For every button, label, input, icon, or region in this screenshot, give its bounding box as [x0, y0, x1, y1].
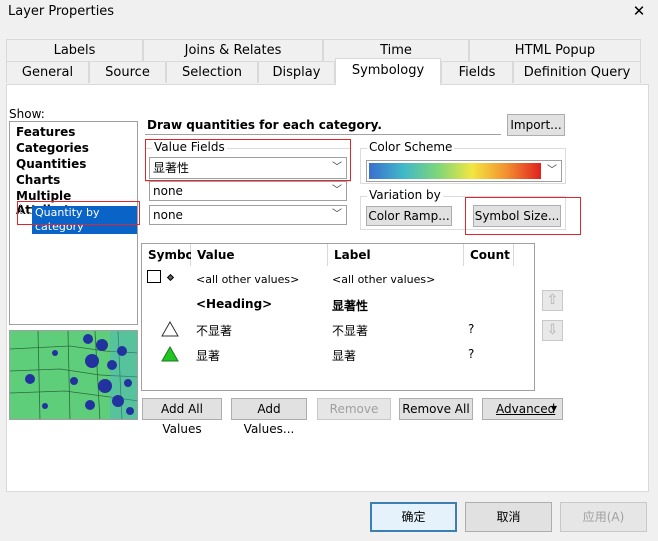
advanced-button[interactable]: Advanced ▼	[482, 398, 563, 420]
remove-all-button[interactable]: Remove All	[399, 398, 473, 420]
variation-label: Variation by	[367, 188, 443, 202]
value-field-2-value: none	[153, 184, 183, 198]
apply-button[interactable]: 应用(A)	[560, 502, 647, 532]
table-cell-label[interactable]: <all other values>	[332, 273, 435, 286]
highlight-box	[17, 201, 140, 225]
tree-item-features[interactable]: Features	[16, 125, 75, 139]
color-ramp-button[interactable]: Color Ramp...	[366, 206, 452, 226]
tab-definition-query[interactable]: Definition Query	[513, 61, 641, 83]
green-triangle-symbol-icon[interactable]	[161, 346, 179, 362]
value-field-2-select[interactable]: none ﹀	[149, 181, 347, 201]
tab-source[interactable]: Source	[89, 61, 166, 83]
column-header-count[interactable]: Count	[464, 244, 514, 266]
tree-item-charts[interactable]: Charts	[16, 173, 60, 187]
table-cell-label[interactable]: 不显著	[332, 322, 368, 339]
chevron-down-icon: ﹀	[332, 209, 342, 220]
advanced-label: Advanced	[496, 402, 556, 416]
tab-html-popup[interactable]: HTML Popup	[469, 39, 641, 61]
tree-item-quantities[interactable]: Quantities	[16, 157, 86, 171]
map-preview-image	[9, 330, 138, 420]
tree-item-categories[interactable]: Categories	[16, 141, 89, 155]
table-cell-value[interactable]: 显著	[196, 347, 220, 364]
tab-fields[interactable]: Fields	[441, 61, 513, 83]
column-header-label[interactable]: Label	[328, 244, 464, 266]
diamond-symbol-icon	[166, 273, 175, 282]
tab-labels[interactable]: Labels	[6, 39, 143, 61]
value-field-3-value: none	[153, 208, 183, 222]
table-cell-value[interactable]: <all other values>	[196, 273, 299, 286]
hollow-triangle-symbol-icon[interactable]	[161, 321, 179, 337]
tab-display[interactable]: Display	[258, 61, 335, 83]
color-ramp-swatch	[369, 163, 541, 179]
highlight-box	[465, 197, 581, 235]
cancel-button[interactable]: 取消	[465, 502, 552, 532]
chevron-down-icon: ﹀	[547, 165, 557, 176]
table-cell-count: ?	[468, 322, 475, 336]
column-header-symbol[interactable]: Symbol	[142, 244, 198, 266]
table-cell-count: ?	[468, 347, 475, 361]
tab-general[interactable]: General	[6, 61, 89, 83]
remove-button[interactable]: Remove	[317, 398, 391, 420]
chevron-down-icon: ﹀	[332, 185, 342, 196]
dropdown-arrow-icon: ▼	[550, 404, 557, 413]
add-values-button[interactable]: Add Values...	[231, 398, 307, 436]
color-scheme-select[interactable]: ﹀	[366, 160, 562, 182]
import-button[interactable]: Import...	[507, 114, 565, 136]
move-up-icon[interactable]: ⇧	[542, 290, 563, 311]
table-cell-label[interactable]: 显著性	[332, 297, 368, 314]
symbology-description: Draw quantities for each category.	[145, 115, 501, 135]
color-scheme-label: Color Scheme	[367, 140, 455, 154]
tab-joins-relates[interactable]: Joins & Relates	[143, 39, 323, 61]
highlight-box	[145, 139, 351, 181]
ok-button[interactable]: 确定	[370, 502, 457, 532]
symbol-table: Symbol Value Label Count <all other valu…	[141, 243, 535, 391]
square-symbol-icon[interactable]	[147, 270, 161, 283]
add-all-values-button[interactable]: Add All Values	[142, 398, 222, 436]
column-header-value[interactable]: Value	[191, 244, 328, 266]
table-cell-heading[interactable]: <Heading>	[196, 297, 272, 311]
close-icon[interactable]: ✕	[630, 2, 648, 20]
move-down-icon[interactable]: ⇩	[542, 320, 563, 341]
value-field-3-select[interactable]: none ﹀	[149, 205, 347, 225]
tab-symbology[interactable]: Symbology	[335, 58, 441, 85]
tab-selection[interactable]: Selection	[166, 61, 258, 83]
window-title: Layer Properties	[8, 4, 115, 19]
show-label: Show:	[9, 107, 45, 121]
table-cell-label[interactable]: 显著	[332, 347, 356, 364]
table-cell-value[interactable]: 不显著	[196, 322, 232, 339]
